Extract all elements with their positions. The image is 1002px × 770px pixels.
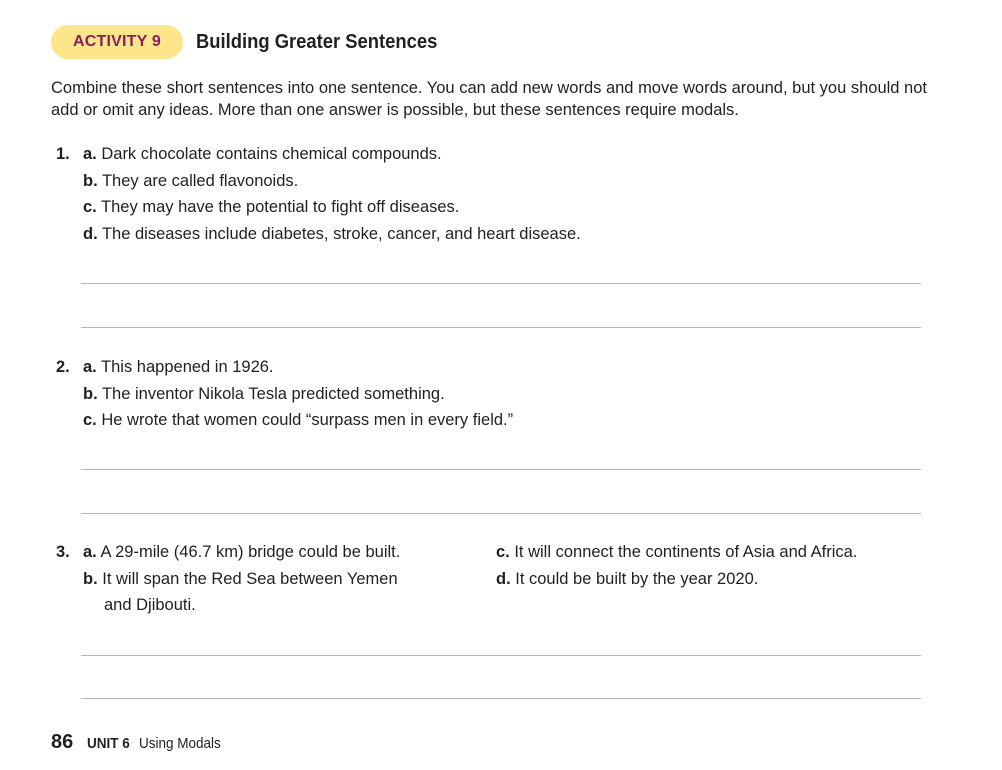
answer-line[interactable] [81,698,921,699]
part-letter: b. [83,384,98,403]
part-letter: d. [83,224,98,243]
part-text: He wrote that women could “surpass men i… [96,411,514,429]
part-text: It will connect the continents of Asia a… [509,543,858,561]
item-part: b. They are called flavonoids. [83,168,298,195]
item-part: a. A 29-mile (46.7 km) bridge could be b… [83,539,400,566]
answer-line[interactable] [81,513,921,514]
part-text: They may have the potential to fight off… [96,198,460,216]
item-number: 2. [56,358,70,376]
item-part: c. He wrote that women could “surpass me… [83,407,513,434]
unit-title: Using Modals [138,735,221,752]
part-letter: a. [83,145,97,163]
part-letter: c. [496,543,510,561]
part-continuation: and Djibouti. [104,596,196,614]
item-part: a. Dark chocolate contains chemical comp… [83,141,442,168]
item-part: b. It will span the Red Sea between Yeme… [83,566,400,593]
part-letter: c. [83,198,97,216]
instructions: Combine these short sentences into one s… [51,79,927,119]
answer-line[interactable] [81,327,921,328]
item-3-left-column: a. A 29-mile (46.7 km) bridge could be b… [83,539,400,619]
part-text: Dark chocolate contains chemical compoun… [96,145,442,163]
part-text: The inventor Nikola Tesla predicted some… [97,384,445,403]
part-text: The diseases include diabetes, stroke, c… [97,224,581,243]
answer-line[interactable] [81,655,921,656]
page-footer: 86 UNIT 6 Using Modals [51,731,230,754]
item-part: d. The diseases include diabetes, stroke… [83,221,581,248]
part-text: This happened in 1926. [96,358,274,376]
item-3-right-column: c. It will connect the continents of Asi… [496,539,857,592]
item-part: a. This happened in 1926. [83,354,274,381]
activity-header: ACTIVITY 9 Building Greater Sentences [51,25,458,59]
page-number: 86 [51,731,74,753]
part-letter: b. [83,171,98,190]
part-letter: c. [83,411,97,429]
answer-line[interactable] [81,283,921,284]
activity-badge: ACTIVITY 9 [51,25,183,59]
part-letter: a. [83,358,97,376]
item-part: c. It will connect the continents of Asi… [496,539,857,566]
item-number: 1. [56,145,70,163]
unit-label: UNIT 6 [87,735,131,752]
part-text: It could be built by the year 2020. [510,569,759,588]
item-number: 3. [56,543,70,561]
part-letter: d. [496,569,511,588]
item-part: b. The inventor Nikola Tesla predicted s… [83,381,445,408]
answer-line[interactable] [81,469,921,470]
item-part: c. They may have the potential to fight … [83,194,459,221]
item-part: d. It could be built by the year 2020. [496,566,857,593]
part-letter: a. [83,543,97,561]
part-letter: b. [83,569,98,588]
part-text: A 29-mile (46.7 km) bridge could be buil… [96,543,401,561]
part-text: They are called flavonoids. [97,171,299,190]
part-text: It will span the Red Sea between Yemen [97,569,398,588]
activity-title: Building Greater Sentences [195,30,438,53]
